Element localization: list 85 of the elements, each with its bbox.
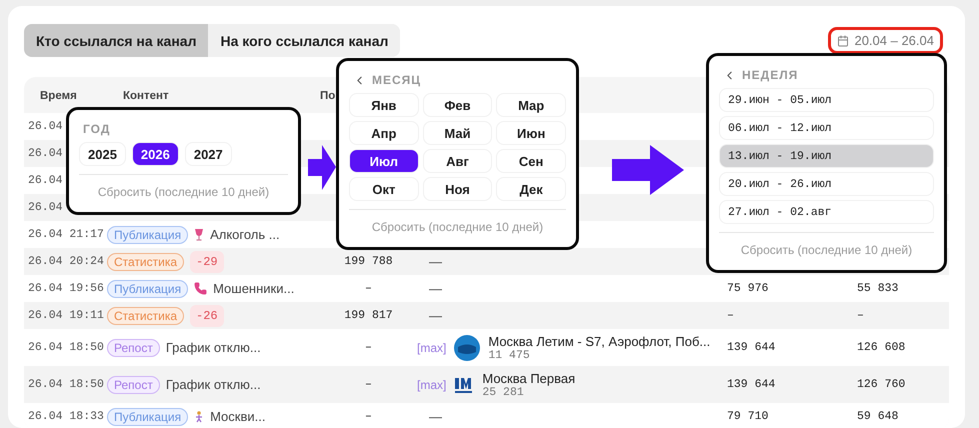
period-option[interactable]: Апр: [349, 121, 419, 145]
phone-icon: [194, 282, 208, 295]
type-badge: Публикация: [107, 408, 188, 426]
type-badge: Публикация: [107, 280, 188, 298]
period-option[interactable]: 2025: [79, 142, 126, 166]
person-icon: [194, 410, 204, 422]
time-cell: 26.04: [28, 147, 63, 160]
period-option[interactable]: Сен: [496, 149, 566, 173]
table-cell-text: 75 976: [727, 282, 770, 295]
table-cell-text: –: [727, 309, 735, 322]
channel-logo-icon: [454, 376, 474, 394]
period-option[interactable]: Янв: [349, 93, 419, 117]
picker-title: МЕСЯЦ: [372, 73, 422, 87]
time-cell: 26.04: [28, 120, 63, 133]
period-option[interactable]: Авг: [422, 149, 492, 173]
period-option[interactable]: 2026: [132, 142, 179, 166]
picker-title: НЕДЕЛЯ: [742, 68, 798, 82]
tab[interactable]: Кто ссылался на канал: [24, 24, 208, 57]
table-cell-text: 199 788: [343, 255, 394, 268]
table-cell-text: 126 608: [857, 341, 906, 354]
period-option[interactable]: 13.июл - 19.июл: [719, 144, 934, 168]
type-badge: Репост: [107, 376, 160, 394]
period-option[interactable]: Ноя: [422, 177, 492, 201]
time-cell: 26.04 21:17: [28, 228, 104, 241]
table-cell-text: 139 644: [727, 378, 776, 391]
period-option[interactable]: 29.июн - 05.июл: [719, 88, 934, 112]
period-option[interactable]: 2027: [184, 142, 232, 166]
content-title: Алкоголь ...: [210, 227, 280, 242]
calendar-icon: [837, 34, 850, 46]
type-badge: Репост: [107, 338, 160, 356]
table-cell-text: 139 644: [727, 341, 776, 354]
period-option[interactable]: 20.июл - 26.июл: [719, 172, 934, 196]
table-cell-text: 59 648: [857, 410, 900, 423]
content-title: Мошенники...: [213, 281, 294, 296]
period-option[interactable]: 27.июл - 02.авг: [719, 200, 934, 224]
table-cell-text: 55 833: [857, 282, 900, 295]
column-header: Контент: [122, 90, 169, 102]
content-title: График отклю...: [166, 340, 261, 355]
time-cell: 26.04 19:11: [28, 309, 104, 322]
channel-name: Москва Первая: [482, 370, 576, 386]
content-title: Москви...: [210, 409, 266, 424]
time-cell: 26.04 19:56: [28, 282, 104, 295]
table-cell-text: –: [857, 309, 865, 322]
type-badge: Статистика: [107, 252, 184, 270]
period-option[interactable]: Фев: [422, 93, 492, 117]
period-option[interactable]: Июл: [349, 149, 419, 173]
channel-name: Москва Летим - S7, Аэрофлот, Поб...: [488, 334, 710, 348]
table-cell-text: 79 710: [727, 410, 770, 423]
date-range-button[interactable]: 20.04 – 26.04: [828, 27, 943, 54]
table-cell-text: –: [364, 378, 373, 391]
table-cell-text: —: [428, 308, 443, 323]
period-option[interactable]: Июн: [496, 121, 566, 145]
period-option[interactable]: 06.июл - 12.июл: [719, 116, 934, 140]
subscriber-count: 11 475: [488, 348, 531, 362]
time-cell: 26.04 18:50: [28, 378, 104, 391]
table-cell-text: —: [428, 409, 443, 424]
time-cell: 26.04 20:24: [28, 255, 104, 268]
table-cell-text: 199 817: [343, 309, 394, 322]
table-cell-text: –: [364, 410, 373, 423]
table-cell-text: 126 760: [857, 378, 906, 391]
delta-badge: -29: [190, 250, 224, 272]
period-option[interactable]: Дек: [496, 177, 566, 201]
table-cell-text: –: [364, 341, 373, 354]
time-cell: 26.04: [28, 201, 63, 214]
subscriber-count: 25 281: [482, 386, 525, 398]
time-cell: 26.04 18:50: [28, 341, 104, 354]
table-cell-text: –: [364, 282, 373, 295]
table-cell-text: —: [428, 281, 443, 296]
table-cell-text: —: [428, 254, 443, 269]
column-header: Время: [39, 90, 77, 102]
delta-badge: -26: [190, 304, 224, 326]
type-badge: Статистика: [107, 306, 184, 324]
period-option[interactable]: Мар: [496, 93, 566, 117]
content-title: График отклю...: [166, 377, 261, 392]
arrow-icon: [308, 145, 336, 190]
period-option[interactable]: Май: [422, 121, 492, 145]
period-option[interactable]: Окт: [349, 177, 419, 201]
time-cell: 26.04 18:33: [28, 410, 104, 423]
picker-title: ГОД: [83, 122, 110, 136]
arrow-icon: [612, 145, 684, 195]
column-header: По: [320, 90, 336, 102]
wine-glass-icon: [194, 228, 204, 241]
channel-avatar-icon: [454, 334, 480, 360]
type-badge: Публикация: [107, 226, 188, 244]
time-cell: 26.04: [28, 174, 63, 187]
